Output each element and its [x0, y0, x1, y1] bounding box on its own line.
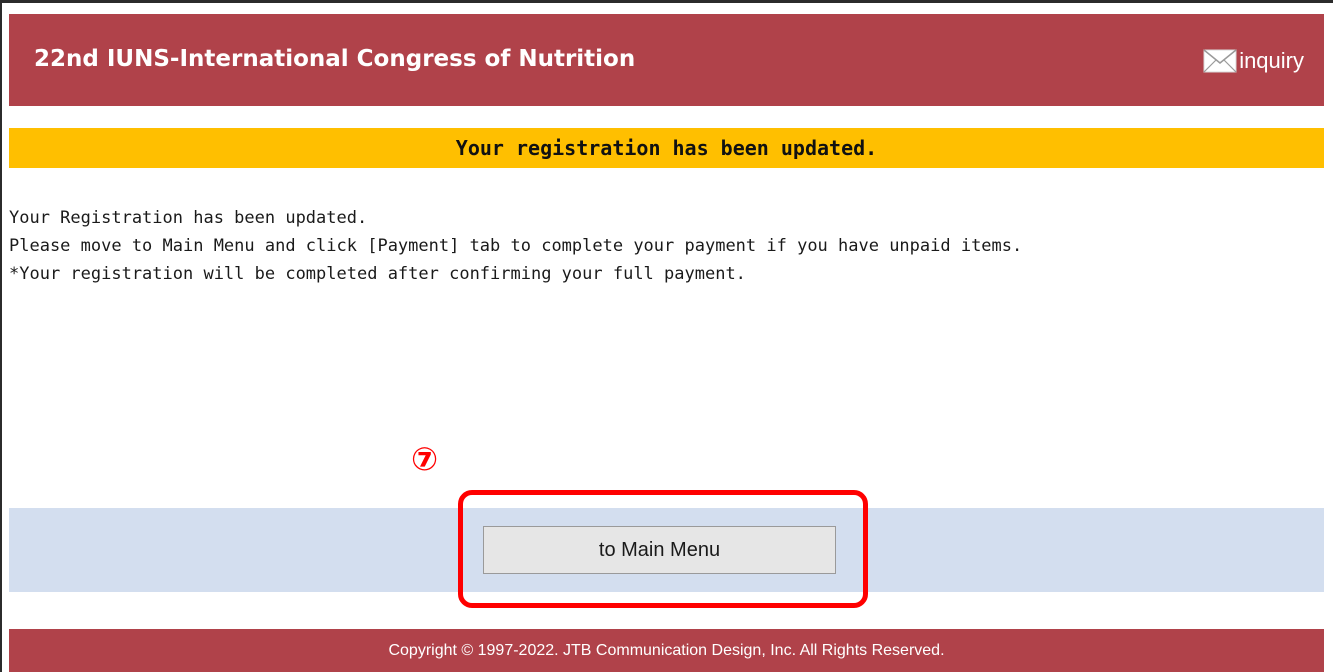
envelope-icon [1203, 49, 1237, 73]
window-top-border [0, 0, 1333, 3]
window-left-border [0, 0, 2, 672]
message-body: Your Registration has been updated. Plea… [9, 204, 1309, 288]
step-number-marker: ⑦ [411, 440, 439, 478]
inquiry-label: inquiry [1239, 48, 1304, 73]
site-footer: Copyright © 1997-2022. JTB Communication… [9, 629, 1324, 672]
site-title: 22nd IUNS-International Congress of Nutr… [34, 46, 636, 72]
status-banner: Your registration has been updated. [9, 128, 1324, 168]
status-banner-text: Your registration has been updated. [455, 136, 878, 160]
message-line: Please move to Main Menu and click [Paym… [9, 236, 1023, 256]
highlight-box [458, 490, 868, 608]
inquiry-link[interactable]: inquiry [1203, 48, 1304, 74]
site-header: 22nd IUNS-International Congress of Nutr… [9, 14, 1324, 106]
message-line: Your Registration has been updated. [9, 208, 368, 228]
copyright-text: Copyright © 1997-2022. JTB Communication… [388, 641, 945, 659]
message-line: *Your registration will be completed aft… [9, 264, 746, 284]
